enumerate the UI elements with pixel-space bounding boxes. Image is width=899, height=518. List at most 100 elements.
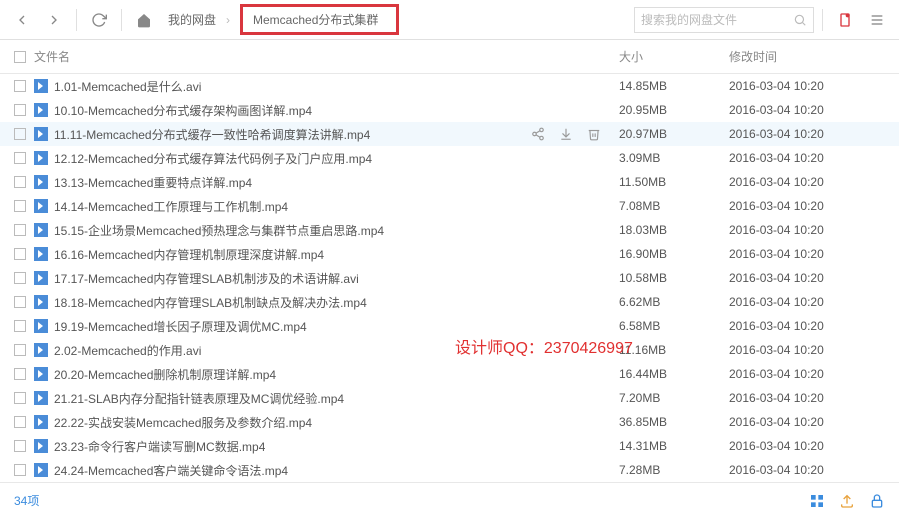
row-checkbox[interactable]: [14, 128, 26, 140]
row-checkbox[interactable]: [14, 344, 26, 356]
search-input[interactable]: 搜索我的网盘文件: [634, 7, 814, 33]
table-row[interactable]: 21.21-SLAB内存分配指针链表原理及MC调优经验.mp47.20MB201…: [0, 386, 899, 410]
row-checkbox[interactable]: [14, 416, 26, 428]
table-row[interactable]: 19.19-Memcached增长因子原理及调优MC.mp46.58MB2016…: [0, 314, 899, 338]
table-row[interactable]: 22.22-实战安装Memcached服务及参数介绍.mp436.85MB201…: [0, 410, 899, 434]
file-name: 23.23-命令行客户端读写删MC数据.mp4: [54, 438, 265, 455]
file-name-cell: 10.10-Memcached分布式缓存架构画图详解.mp4: [34, 102, 619, 119]
row-checkbox[interactable]: [14, 152, 26, 164]
file-name-cell: 18.18-Memcached内存管理SLAB机制缺点及解决办法.mp4: [34, 294, 619, 311]
status-bar: 34项: [0, 482, 899, 518]
col-mtime[interactable]: 修改时间: [729, 48, 899, 65]
table-row[interactable]: 12.12-Memcached分布式缓存算法代码例子及门户应用.mp43.09M…: [0, 146, 899, 170]
file-size: 18.03MB: [619, 223, 729, 237]
table-row[interactable]: 24.24-Memcached客户端关键命令语法.mp47.28MB2016-0…: [0, 458, 899, 482]
file-mtime: 2016-03-04 10:20: [729, 295, 899, 309]
col-size[interactable]: 大小: [619, 48, 729, 65]
file-size: 14.31MB: [619, 439, 729, 453]
file-name: 11.11-Memcached分布式缓存一致性哈希调度算法讲解.mp4: [54, 126, 370, 143]
video-icon: [34, 463, 48, 477]
file-name: 14.14-Memcached工作原理与工作机制.mp4: [54, 198, 288, 215]
breadcrumb-root[interactable]: 我的网盘: [168, 11, 216, 28]
file-size: 6.62MB: [619, 295, 729, 309]
video-icon: [34, 247, 48, 261]
file-name-cell: 17.17-Memcached内存管理SLAB机制涉及的术语讲解.avi: [34, 270, 619, 287]
table-row[interactable]: 13.13-Memcached重要特点详解.mp411.50MB2016-03-…: [0, 170, 899, 194]
forward-button[interactable]: [40, 6, 68, 34]
video-icon: [34, 319, 48, 333]
video-icon: [34, 79, 48, 93]
table-row[interactable]: 2.02-Memcached的作用.avi11.16MB2016-03-04 1…: [0, 338, 899, 362]
video-icon: [34, 295, 48, 309]
table-row[interactable]: 10.10-Memcached分布式缓存架构画图详解.mp420.95MB201…: [0, 98, 899, 122]
refresh-button[interactable]: [85, 6, 113, 34]
separator: [121, 9, 122, 31]
download-icon[interactable]: [559, 127, 573, 141]
file-name-cell: 11.11-Memcached分布式缓存一致性哈希调度算法讲解.mp4: [34, 126, 531, 143]
separator: [76, 9, 77, 31]
row-checkbox[interactable]: [14, 80, 26, 92]
grid-view-icon[interactable]: [809, 493, 825, 509]
list-view-button[interactable]: [863, 6, 891, 34]
video-icon: [34, 199, 48, 213]
table-row[interactable]: 14.14-Memcached工作原理与工作机制.mp47.08MB2016-0…: [0, 194, 899, 218]
file-name-cell: 22.22-实战安装Memcached服务及参数介绍.mp4: [34, 414, 619, 431]
item-count: 34项: [14, 492, 39, 509]
video-icon: [34, 391, 48, 405]
row-checkbox[interactable]: [14, 176, 26, 188]
row-checkbox[interactable]: [14, 392, 26, 404]
file-mtime: 2016-03-04 10:20: [729, 319, 899, 333]
upload-icon[interactable]: [839, 493, 855, 509]
table-row[interactable]: 11.11-Memcached分布式缓存一致性哈希调度算法讲解.mp4 20.97…: [0, 122, 899, 146]
file-mtime: 2016-03-04 10:20: [729, 199, 899, 213]
row-checkbox[interactable]: [14, 104, 26, 116]
file-size: 20.97MB: [619, 127, 729, 141]
video-icon: [34, 127, 48, 141]
select-all-checkbox[interactable]: [14, 51, 26, 63]
file-size: 10.58MB: [619, 271, 729, 285]
file-mtime: 2016-03-04 10:20: [729, 463, 899, 477]
back-button[interactable]: [8, 6, 36, 34]
trash-icon[interactable]: [587, 127, 601, 141]
row-checkbox[interactable]: [14, 224, 26, 236]
file-name-cell: 16.16-Memcached内存管理机制原理深度讲解.mp4: [34, 246, 619, 263]
row-checkbox[interactable]: [14, 200, 26, 212]
row-checkbox[interactable]: [14, 248, 26, 260]
file-mtime: 2016-03-04 10:20: [729, 415, 899, 429]
table-row[interactable]: 17.17-Memcached内存管理SLAB机制涉及的术语讲解.avi10.5…: [0, 266, 899, 290]
row-checkbox[interactable]: [14, 440, 26, 452]
column-header: 文件名 大小 修改时间: [0, 40, 899, 74]
table-row[interactable]: 18.18-Memcached内存管理SLAB机制缺点及解决办法.mp46.62…: [0, 290, 899, 314]
row-checkbox[interactable]: [14, 320, 26, 332]
transfer-button[interactable]: [831, 6, 859, 34]
lock-icon[interactable]: [869, 493, 885, 509]
row-checkbox[interactable]: [14, 296, 26, 308]
share-icon[interactable]: [531, 127, 545, 141]
file-name: 22.22-实战安装Memcached服务及参数介绍.mp4: [54, 414, 312, 431]
table-row[interactable]: 23.23-命令行客户端读写删MC数据.mp414.31MB2016-03-04…: [0, 434, 899, 458]
video-icon: [34, 223, 48, 237]
file-size: 11.50MB: [619, 175, 729, 189]
file-name: 24.24-Memcached客户端关键命令语法.mp4: [54, 462, 288, 479]
table-row[interactable]: 16.16-Memcached内存管理机制原理深度讲解.mp416.90MB20…: [0, 242, 899, 266]
file-mtime: 2016-03-04 10:20: [729, 223, 899, 237]
file-name-cell: 12.12-Memcached分布式缓存算法代码例子及门户应用.mp4: [34, 150, 619, 167]
file-name: 19.19-Memcached增长因子原理及调优MC.mp4: [54, 318, 307, 335]
home-button[interactable]: [130, 6, 158, 34]
file-mtime: 2016-03-04 10:20: [729, 175, 899, 189]
file-size: 3.09MB: [619, 151, 729, 165]
table-row[interactable]: 15.15-企业场景Memcached预热理念与集群节点重启思路.mp418.0…: [0, 218, 899, 242]
file-mtime: 2016-03-04 10:20: [729, 367, 899, 381]
row-checkbox[interactable]: [14, 272, 26, 284]
file-name-cell: 2.02-Memcached的作用.avi: [34, 342, 619, 359]
col-name[interactable]: 文件名: [34, 48, 619, 65]
table-row[interactable]: 20.20-Memcached删除机制原理详解.mp416.44MB2016-0…: [0, 362, 899, 386]
file-mtime: 2016-03-04 10:20: [729, 127, 899, 141]
video-icon: [34, 103, 48, 117]
file-name: 20.20-Memcached删除机制原理详解.mp4: [54, 366, 276, 383]
table-row[interactable]: 1.01-Memcached是什么.avi14.85MB2016-03-04 1…: [0, 74, 899, 98]
row-checkbox[interactable]: [14, 368, 26, 380]
file-size: 11.16MB: [619, 343, 729, 357]
breadcrumb-current[interactable]: Memcached分布式集群: [240, 4, 399, 35]
row-checkbox[interactable]: [14, 464, 26, 476]
